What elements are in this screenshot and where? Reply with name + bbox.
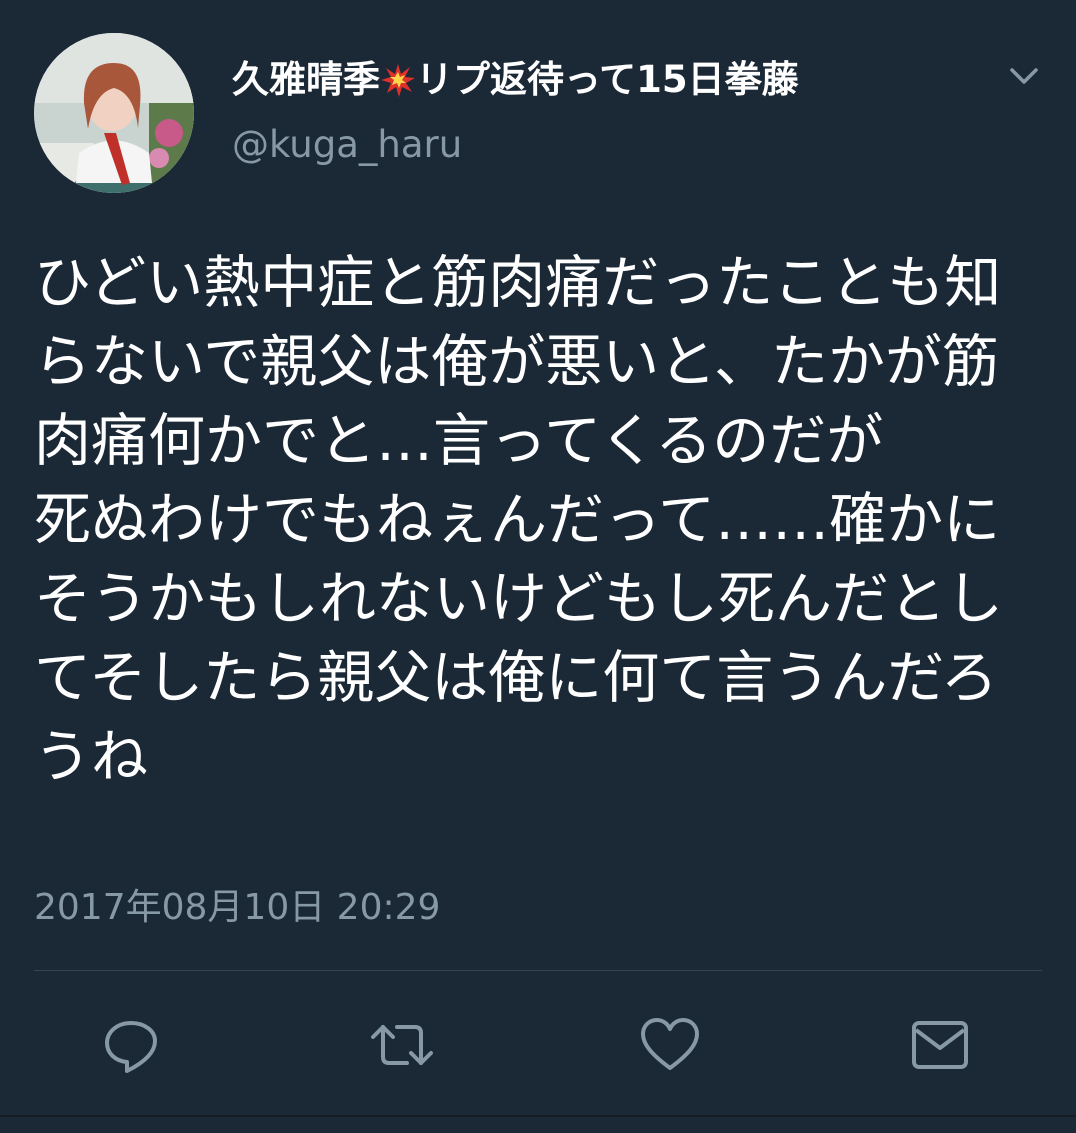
tweet-timestamp[interactable]: 2017年08月10日 20:29 xyxy=(34,880,440,936)
display-name-text: 久雅晴季 xyxy=(232,58,380,101)
tweet-text: ひどい熱中症と筋肉痛だったことも知らないで親父は俺が悪いと、たかが筋肉痛何かでと… xyxy=(34,250,1003,790)
avatar[interactable] xyxy=(34,33,194,193)
tweet: 久雅晴季 リプ返待って15日拳藤 @kuga_haru ひどい熱中症と筋肉痛だっ… xyxy=(0,0,1076,1133)
like-button[interactable] xyxy=(630,1005,710,1085)
chevron-down-icon xyxy=(1010,68,1038,84)
divider xyxy=(34,970,1042,971)
user-handle[interactable]: @kuga_haru xyxy=(232,120,462,170)
share-button[interactable] xyxy=(900,1005,980,1085)
avatar-image xyxy=(34,33,194,193)
collision-emoji-icon xyxy=(381,64,415,97)
retweet-icon xyxy=(371,1025,433,1065)
reply-button[interactable] xyxy=(91,1005,171,1085)
display-name[interactable]: 久雅晴季 リプ返待って15日拳藤 xyxy=(232,52,799,108)
mail-icon xyxy=(912,1021,968,1069)
retweet-button[interactable] xyxy=(362,1005,442,1085)
heart-icon xyxy=(641,1018,699,1070)
tweet-actions xyxy=(0,1005,1076,1085)
reply-icon xyxy=(105,1021,157,1073)
tweet-menu-button[interactable] xyxy=(1002,58,1046,94)
display-name-suffix: リプ返待って15日拳藤 xyxy=(416,58,799,101)
bottom-border xyxy=(0,1115,1076,1117)
